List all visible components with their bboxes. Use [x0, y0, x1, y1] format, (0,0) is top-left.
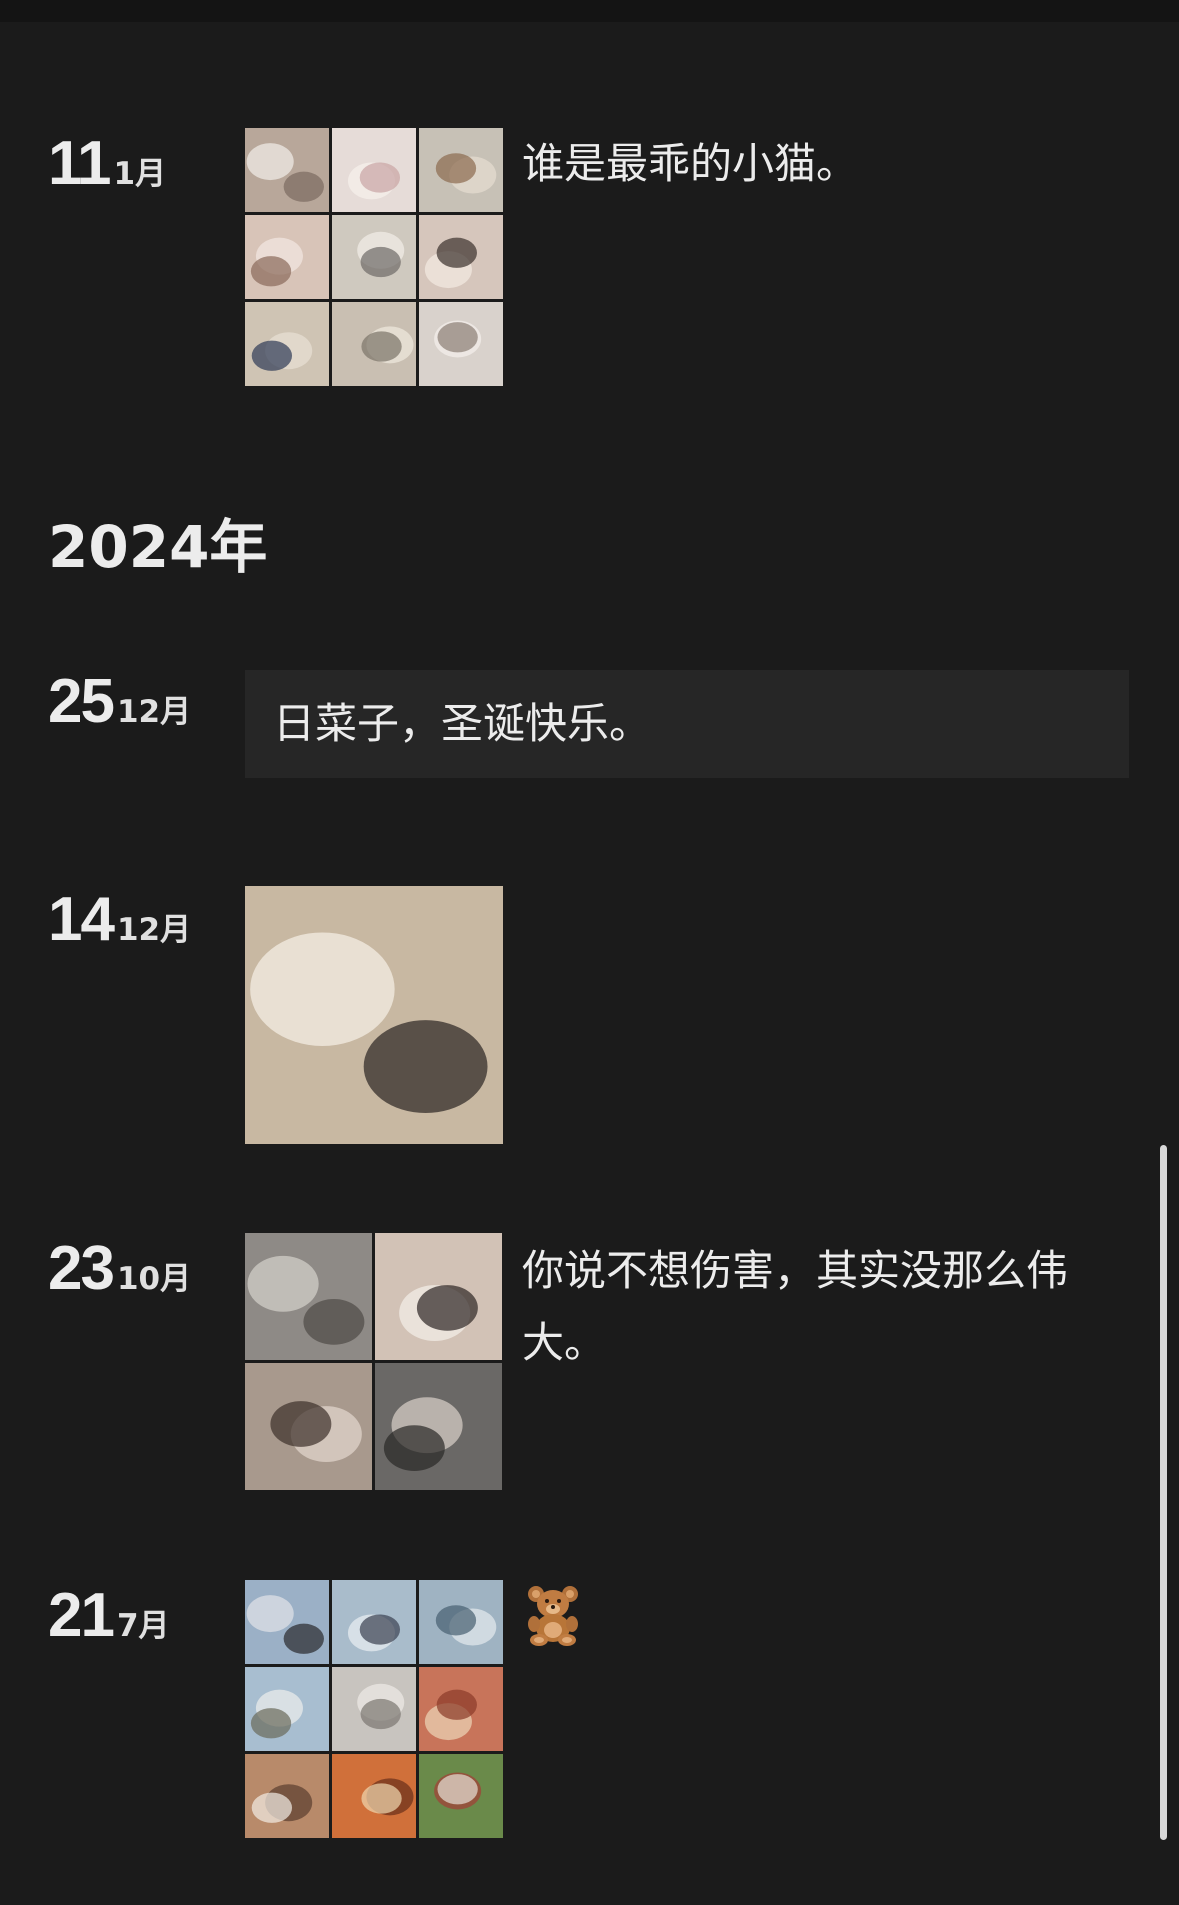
photo-cat-face-closeup[interactable] [332, 128, 416, 212]
photo-beach-view[interactable] [245, 1667, 329, 1751]
photo-polaroids[interactable] [332, 215, 416, 299]
photo-cat-and-feet[interactable] [245, 1233, 372, 1360]
timeline-entry-dec-14[interactable]: 14 12月 [0, 884, 1179, 1144]
photo-grid[interactable] [245, 128, 503, 386]
year-heading: 2024年 [48, 513, 268, 581]
timeline-entry-oct-23[interactable]: 23 10月 你说不想伤害，其实没那么伟大。 [0, 1233, 1179, 1491]
entry-date: 21 7月 [48, 1580, 170, 1651]
photo-girl-lying[interactable] [375, 1233, 502, 1360]
photo-girl-with-cat[interactable] [419, 215, 503, 299]
entry-month: 12月 [116, 694, 192, 730]
entry-date: 11 1月 [48, 128, 166, 199]
entry-caption: 谁是最乖的小猫。 [522, 139, 859, 188]
photo-calico-cat[interactable] [419, 128, 503, 212]
entry-month: 1月 [113, 156, 167, 192]
entry-day: 14 [48, 885, 115, 954]
photo-boat-sea[interactable] [332, 1580, 416, 1664]
photo-seaside-cafe[interactable] [419, 1580, 503, 1664]
timeline-entry-jan-11[interactable]: 11 1月 谁是最乖的小猫。 [0, 128, 1179, 390]
photo-boy-with-cat[interactable] [245, 302, 329, 386]
teddy-bear-icon [528, 1586, 578, 1646]
entry-date: 14 12月 [48, 884, 191, 955]
photo-cat-on-blanket[interactable] [332, 302, 416, 386]
photo-seafood-dish[interactable] [332, 1754, 416, 1838]
photo-girl-with-cats-cafe[interactable] [245, 886, 503, 1144]
timeline-entry-jul-21[interactable]: 21 7月 [0, 1580, 1179, 1838]
scrollbar[interactable] [1160, 1145, 1167, 1840]
entry-day: 21 [48, 1581, 115, 1650]
photo-cat-sleeping[interactable] [419, 302, 503, 386]
entry-day: 11 [48, 129, 112, 198]
photo-airplane-window[interactable] [245, 1580, 329, 1664]
entry-month: 10月 [116, 1261, 192, 1297]
entry-date: 25 12月 [48, 666, 191, 737]
photo-grid[interactable] [245, 886, 503, 1144]
photo-grid[interactable] [245, 1580, 503, 1838]
top-bar [0, 0, 1179, 22]
photo-dessert-plate[interactable] [245, 1754, 329, 1838]
timeline-entry-dec-25[interactable]: 25 12月 日菜子，圣诞快乐。 [0, 667, 1179, 778]
photo-salad-plate[interactable] [419, 1754, 503, 1838]
entry-month: 7月 [116, 1608, 170, 1644]
photo-girl-selfie[interactable] [245, 215, 329, 299]
photo-pizza[interactable] [419, 1667, 503, 1751]
entry-day: 23 [48, 1234, 115, 1303]
photo-cat-kitten[interactable] [245, 128, 329, 212]
photo-mirror-selfie[interactable] [245, 1363, 372, 1490]
entry-caption: 你说不想伤害，其实没那么伟大。 [522, 1246, 1069, 1367]
entry-date: 23 10月 [48, 1233, 191, 1304]
entry-month: 12月 [116, 912, 192, 948]
photo-grid[interactable] [245, 1233, 502, 1490]
photo-cat-and-hand[interactable] [375, 1363, 502, 1490]
photo-marble-table[interactable] [332, 1667, 416, 1751]
entry-day: 25 [48, 667, 115, 736]
text-post[interactable]: 日菜子，圣诞快乐。 [245, 670, 1129, 778]
